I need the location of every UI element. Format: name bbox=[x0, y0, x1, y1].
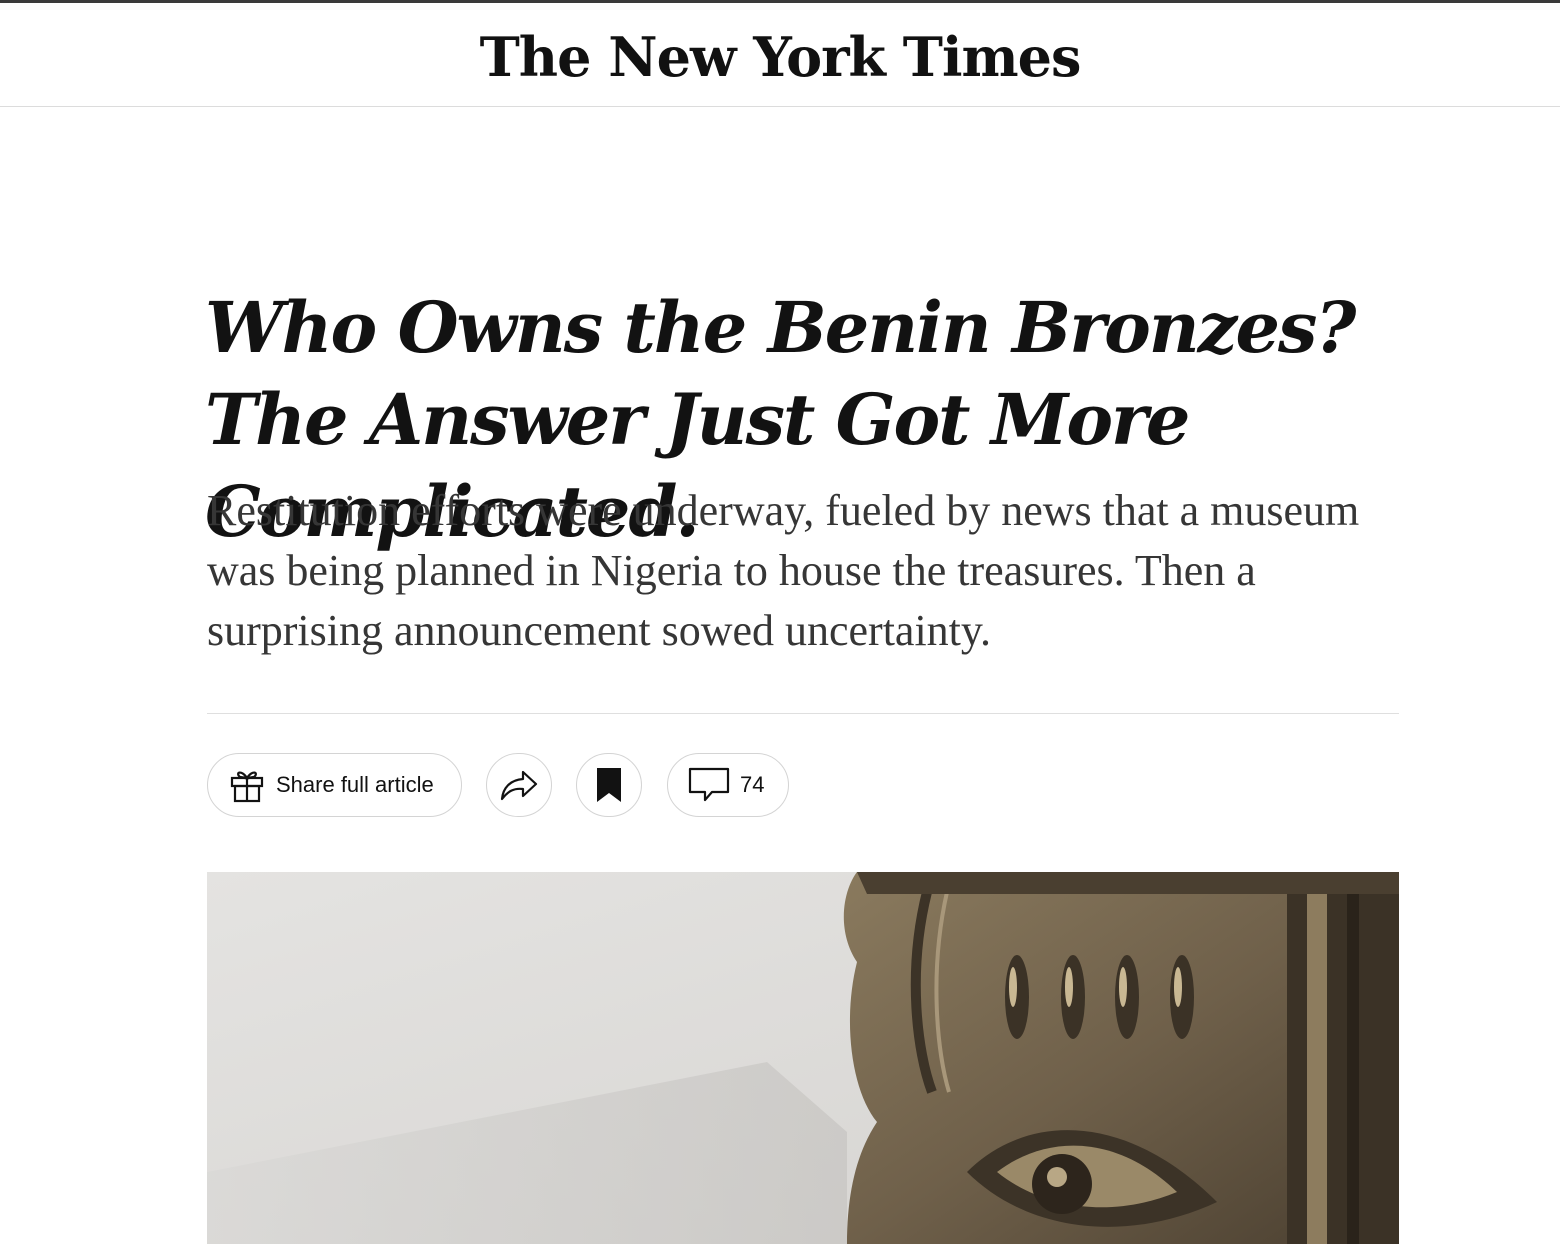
masthead: The New York Times bbox=[0, 3, 1560, 107]
share-full-article-button[interactable]: Share full article bbox=[207, 753, 462, 817]
bookmark-icon bbox=[596, 767, 622, 803]
nyt-logo[interactable]: The New York Times bbox=[480, 30, 1082, 84]
save-button[interactable] bbox=[576, 753, 642, 817]
article-summary: Restitution efforts were underway, fuele… bbox=[207, 486, 1360, 655]
share-button[interactable] bbox=[486, 753, 552, 817]
share-full-article-label: Share full article bbox=[276, 772, 434, 797]
divider bbox=[207, 713, 1399, 714]
share-arrow-icon bbox=[499, 768, 539, 802]
gift-icon bbox=[228, 766, 266, 804]
hero-image bbox=[207, 872, 1399, 1244]
comments-button[interactable]: 74 bbox=[667, 753, 789, 817]
comment-bubble-icon bbox=[688, 767, 730, 803]
comments-count: 74 bbox=[740, 772, 765, 797]
